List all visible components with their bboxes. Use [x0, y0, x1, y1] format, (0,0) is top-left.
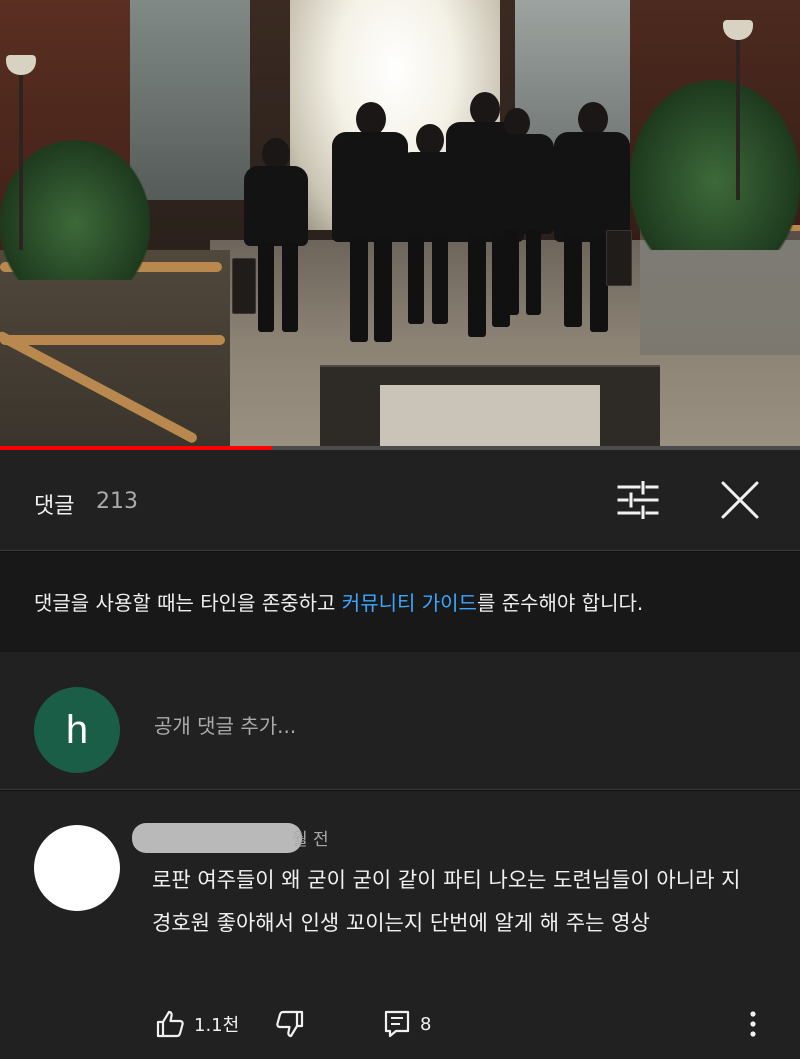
commenter-name-redacted[interactable] [132, 823, 302, 853]
more-vertical-icon [750, 1011, 756, 1037]
comment-timestamp: 월 전 [292, 830, 329, 850]
comments-title: 댓글 [34, 494, 75, 519]
reply-count: 8 [420, 1013, 432, 1035]
reply-comment-icon [384, 1010, 410, 1038]
dislike-button[interactable] [276, 1006, 304, 1042]
commenter-avatar[interactable] [34, 825, 120, 911]
thumbs-down-icon [276, 1010, 304, 1038]
user-avatar[interactable]: h [34, 687, 120, 773]
guideline-text-after: 를 준수해야 합니다. [476, 591, 644, 615]
guideline-text-before: 댓글을 사용할 때는 타인을 존중하고 [34, 591, 342, 615]
comments-count: 213 [96, 489, 138, 514]
close-icon [721, 481, 759, 519]
comment-more-button[interactable] [748, 1006, 758, 1042]
like-count: 1.1천 [194, 1015, 240, 1036]
comments-header: 댓글 213 [0, 450, 800, 551]
add-comment-input[interactable] [154, 714, 714, 738]
reply-button[interactable]: 8 [384, 1006, 431, 1042]
close-comments-button[interactable] [712, 476, 768, 524]
community-guideline-notice: 댓글을 사용할 때는 타인을 존중하고 커뮤니티 가이드를 준수해야 합니다. [0, 552, 800, 652]
add-comment-section: h [0, 652, 800, 790]
community-guide-link[interactable]: 커뮤니티 가이드 [342, 591, 477, 615]
comment-item: 월 전 로판 여주들이 왜 굳이 굳이 같이 파티 나오는 도련님들이 아니라 … [0, 791, 800, 1059]
comment-actions: 1.1천 8 [152, 1006, 792, 1042]
comment-text: 로판 여주들이 왜 굳이 굳이 같이 파티 나오는 도련님들이 아니라 지 경호… [152, 868, 741, 935]
video-player[interactable] [0, 0, 800, 446]
sort-filter-button[interactable] [610, 476, 666, 524]
sliders-icon [617, 481, 659, 519]
thumbs-up-icon [156, 1010, 184, 1038]
like-button[interactable]: 1.1천 [156, 1006, 239, 1042]
